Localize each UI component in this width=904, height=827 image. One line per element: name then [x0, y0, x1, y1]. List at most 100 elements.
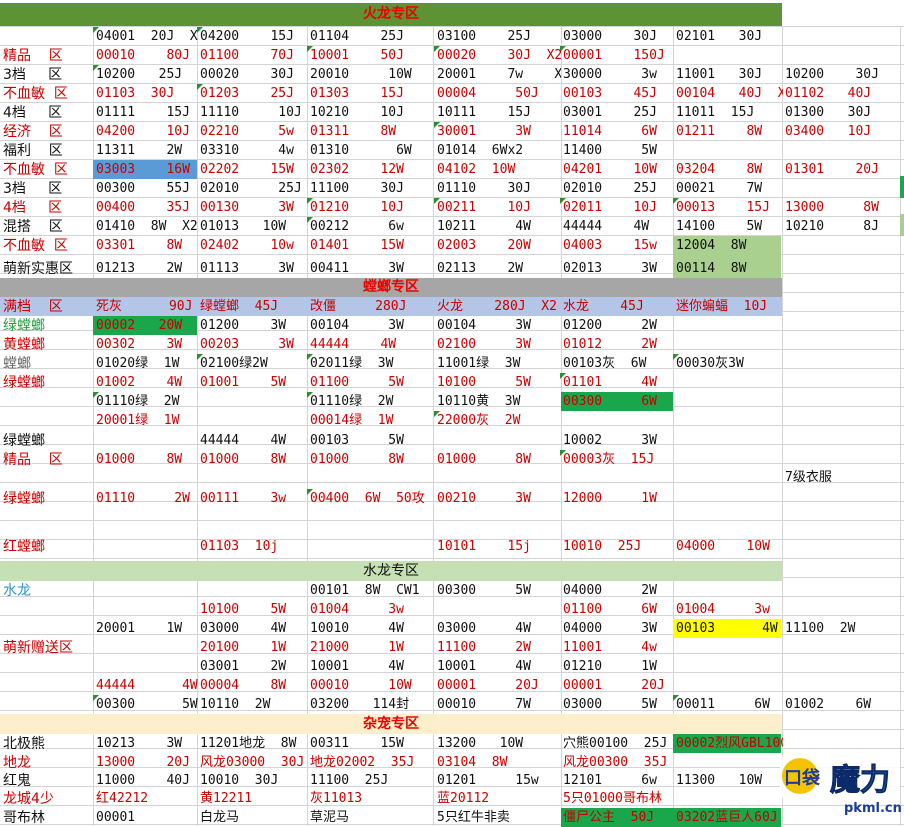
- table-cell[interactable]: 灰11013: [310, 790, 435, 808]
- table-cell[interactable]: 白龙马: [200, 809, 308, 827]
- table-cell[interactable]: 03104 8W: [437, 754, 561, 772]
- table-cell[interactable]: 01100 70J: [200, 47, 308, 65]
- table-cell[interactable]: 01004 3w: [676, 601, 783, 619]
- table-cell[interactable]: 00411 3W: [310, 260, 435, 278]
- table-cell[interactable]: 00010 80J: [96, 47, 198, 65]
- table-cell[interactable]: 11110 10J: [200, 104, 308, 122]
- table-cell[interactable]: 01310 6W: [310, 142, 435, 160]
- table-cell[interactable]: 30000 3w: [563, 66, 674, 84]
- table-cell[interactable]: 03000 5W: [563, 696, 674, 714]
- table-cell[interactable]: 00001 150J: [563, 47, 674, 65]
- table-cell[interactable]: 10010 25J: [563, 538, 674, 556]
- table-cell[interactable]: 04001 20J X2: [96, 28, 198, 46]
- row-label[interactable]: 不血敏 区: [3, 161, 93, 179]
- table-cell[interactable]: 风龙00300 35J: [563, 754, 674, 772]
- table-cell[interactable]: 01311 8W: [310, 123, 435, 141]
- table-cell[interactable]: 02202 15W: [200, 161, 308, 179]
- table-cell[interactable]: 地龙02002 35J: [310, 754, 435, 772]
- table-cell[interactable]: 00210 3W: [437, 490, 561, 508]
- table-cell[interactable]: 44444 4W: [96, 677, 198, 695]
- table-cell[interactable]: 00212 6w: [310, 218, 435, 236]
- table-cell[interactable]: 02101 30J: [676, 28, 783, 46]
- table-cell[interactable]: 01303 15J: [310, 85, 435, 103]
- table-cell[interactable]: 02003 20W: [437, 237, 561, 255]
- table-cell[interactable]: 02402 10w: [200, 237, 308, 255]
- table-cell[interactable]: 10213 3W: [96, 735, 198, 753]
- table-cell[interactable]: 00013 15J: [676, 199, 783, 217]
- table-cell[interactable]: 00104 3W: [437, 317, 561, 335]
- row-label[interactable]: 绿螳螂: [3, 490, 93, 508]
- row-label[interactable]: 绿螳螂: [3, 432, 93, 450]
- table-cell[interactable]: 13200 10W: [437, 735, 561, 753]
- table-cell[interactable]: 03301 8W: [96, 237, 198, 255]
- table-cell[interactable]: 20001 1W: [96, 620, 198, 638]
- table-cell[interactable]: 44444 4W: [563, 218, 674, 236]
- table-cell[interactable]: 改僵 280J: [310, 298, 435, 316]
- table-cell[interactable]: 00010 7W: [437, 696, 561, 714]
- table-cell[interactable]: 03003 16W: [96, 161, 198, 179]
- row-label[interactable]: 4档 区: [3, 199, 93, 217]
- table-cell[interactable]: 03202蓝巨人60J: [676, 809, 783, 827]
- row-label[interactable]: 3档 区: [3, 66, 93, 84]
- table-cell[interactable]: 00010 10W: [310, 677, 435, 695]
- table-cell[interactable]: 02011绿 3W: [310, 355, 435, 373]
- table-cell[interactable]: 10001 4W: [437, 658, 561, 676]
- table-cell[interactable]: 11100 25J: [310, 772, 435, 790]
- row-label[interactable]: 绿螳螂: [3, 317, 93, 335]
- row-label[interactable]: 红鬼: [3, 772, 93, 790]
- table-cell[interactable]: 00020 30J: [200, 66, 308, 84]
- table-cell[interactable]: 02011 10J: [563, 199, 674, 217]
- table-cell[interactable]: 00002 20W: [96, 317, 198, 335]
- row-label[interactable]: 精品 区: [3, 47, 93, 65]
- table-cell[interactable]: 00001 20J: [563, 677, 674, 695]
- table-cell[interactable]: 02010 25J: [563, 180, 674, 198]
- table-cell[interactable]: 黄12211: [200, 790, 308, 808]
- table-cell[interactable]: 僵尸公主 50J: [563, 809, 674, 827]
- row-label[interactable]: 混搭 区: [3, 218, 93, 236]
- table-cell[interactable]: 11001 4w: [563, 639, 674, 657]
- table-cell[interactable]: 00001 20J: [437, 677, 561, 695]
- row-label[interactable]: 北极熊: [3, 735, 93, 753]
- table-cell[interactable]: 00302 3W: [96, 336, 198, 354]
- table-cell[interactable]: 03200 114封: [310, 696, 435, 714]
- table-cell[interactable]: 00111 3w: [200, 490, 308, 508]
- table-cell[interactable]: 00103 4W: [676, 620, 783, 638]
- row-label[interactable]: 螳螂: [3, 355, 93, 373]
- table-cell[interactable]: 01001 5W: [200, 374, 308, 392]
- table-cell[interactable]: 01210 10J: [310, 199, 435, 217]
- table-cell[interactable]: 03001 25J: [563, 104, 674, 122]
- table-cell[interactable]: 01113 3W: [200, 260, 308, 278]
- row-label[interactable]: 3档 区: [3, 180, 93, 198]
- table-cell[interactable]: 01002 4W: [96, 374, 198, 392]
- table-cell[interactable]: 00030灰3W: [676, 355, 783, 373]
- table-cell[interactable]: 01104 25J: [310, 28, 435, 46]
- table-cell[interactable]: 00003灰 15J: [563, 451, 674, 469]
- row-label[interactable]: 精品 区: [3, 451, 93, 469]
- table-cell[interactable]: 00101 8W CW1: [310, 582, 435, 600]
- table-cell[interactable]: 11001绿 3W: [437, 355, 561, 373]
- table-cell[interactable]: 01110绿 2W: [96, 393, 198, 411]
- table-cell[interactable]: 01410 8W X2: [96, 218, 198, 236]
- table-cell[interactable]: 20001 7w X2: [437, 66, 561, 84]
- table-cell[interactable]: 20001绿 1W: [96, 412, 198, 430]
- table-cell[interactable]: 10100 5W: [200, 601, 308, 619]
- table-cell[interactable]: 10100 5W: [437, 374, 561, 392]
- table-cell[interactable]: 00002烈风GBL100J: [676, 735, 783, 753]
- table-cell[interactable]: 10001 4W: [310, 658, 435, 676]
- table-cell[interactable]: 02113 2W: [437, 260, 561, 278]
- row-label[interactable]: 水龙: [3, 582, 93, 600]
- table-cell[interactable]: 01012 2W: [563, 336, 674, 354]
- table-cell[interactable]: 01110 2W: [96, 490, 198, 508]
- table-cell[interactable]: 01101 4W: [563, 374, 674, 392]
- table-cell[interactable]: 04201 10W: [563, 161, 674, 179]
- table-cell[interactable]: 22000灰 2W: [437, 412, 561, 430]
- table-cell[interactable]: 10010 4W: [310, 620, 435, 638]
- table-cell[interactable]: 00400 35J: [96, 199, 198, 217]
- table-cell[interactable]: 01020绿 1W: [96, 355, 198, 373]
- table-cell[interactable]: 00300 55J: [96, 180, 198, 198]
- table-cell[interactable]: 5只红牛非卖: [437, 809, 561, 827]
- table-cell[interactable]: 01103 30J: [96, 85, 198, 103]
- table-cell[interactable]: 风龙03000 30J: [200, 754, 308, 772]
- table-cell[interactable]: 红42212: [96, 790, 198, 808]
- table-cell[interactable]: 火龙 280J X2: [437, 298, 561, 316]
